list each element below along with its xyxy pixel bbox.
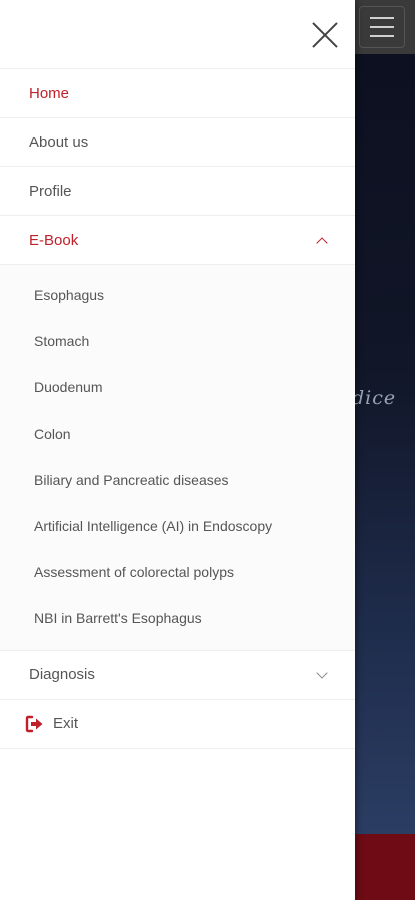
nav-item-profile[interactable]: Profile	[0, 166, 355, 215]
nav-menu-bottom: Diagnosis Exit	[0, 649, 355, 748]
nav-item-label: Diagnosis	[29, 666, 95, 683]
ebook-submenu: Esophagus Stomach Duodenum Colon Biliary…	[0, 264, 355, 650]
close-icon[interactable]	[310, 20, 340, 50]
sign-out-icon	[25, 714, 45, 734]
nav-menu: Home About us Profile E-Book	[0, 68, 355, 264]
submenu-item-ai-endoscopy[interactable]: Artificial Intelligence (AI) in Endoscop…	[0, 503, 355, 549]
submenu-item-stomach[interactable]: Stomach	[0, 318, 355, 364]
divider	[0, 747, 355, 749]
nav-item-home[interactable]: Home	[0, 68, 355, 117]
submenu-item-biliary-pancreatic[interactable]: Biliary and Pancreatic diseases	[0, 457, 355, 503]
nav-item-diagnosis[interactable]: Diagnosis	[0, 649, 355, 699]
nav-item-label: Home	[29, 84, 70, 102]
exit-button[interactable]: Exit	[0, 698, 355, 748]
hamburger-menu-icon[interactable]	[359, 6, 405, 48]
submenu-item-colon[interactable]: Colon	[0, 411, 355, 457]
navigation-drawer: Home About us Profile E-Book Esophagus S…	[0, 0, 355, 900]
submenu-item-colorectal-polyps[interactable]: Assessment of colorectal polyps	[0, 549, 355, 595]
exit-label: Exit	[53, 715, 79, 732]
nav-item-label: About us	[29, 133, 89, 151]
chevron-up-icon[interactable]	[316, 237, 328, 249]
nav-item-label: Profile	[29, 182, 72, 200]
nav-item-label: E-Book	[29, 231, 79, 249]
hero-text: dice	[352, 387, 397, 409]
submenu-item-duodenum[interactable]: Duodenum	[0, 364, 355, 410]
submenu-item-nbi-barretts[interactable]: NBI in Barrett's Esophagus	[0, 595, 355, 641]
chevron-down-icon[interactable]	[316, 666, 328, 679]
nav-item-ebook[interactable]: E-Book	[0, 215, 355, 264]
drawer-header	[0, 0, 355, 68]
nav-item-about-us[interactable]: About us	[0, 117, 355, 166]
submenu-item-esophagus[interactable]: Esophagus	[0, 272, 355, 318]
